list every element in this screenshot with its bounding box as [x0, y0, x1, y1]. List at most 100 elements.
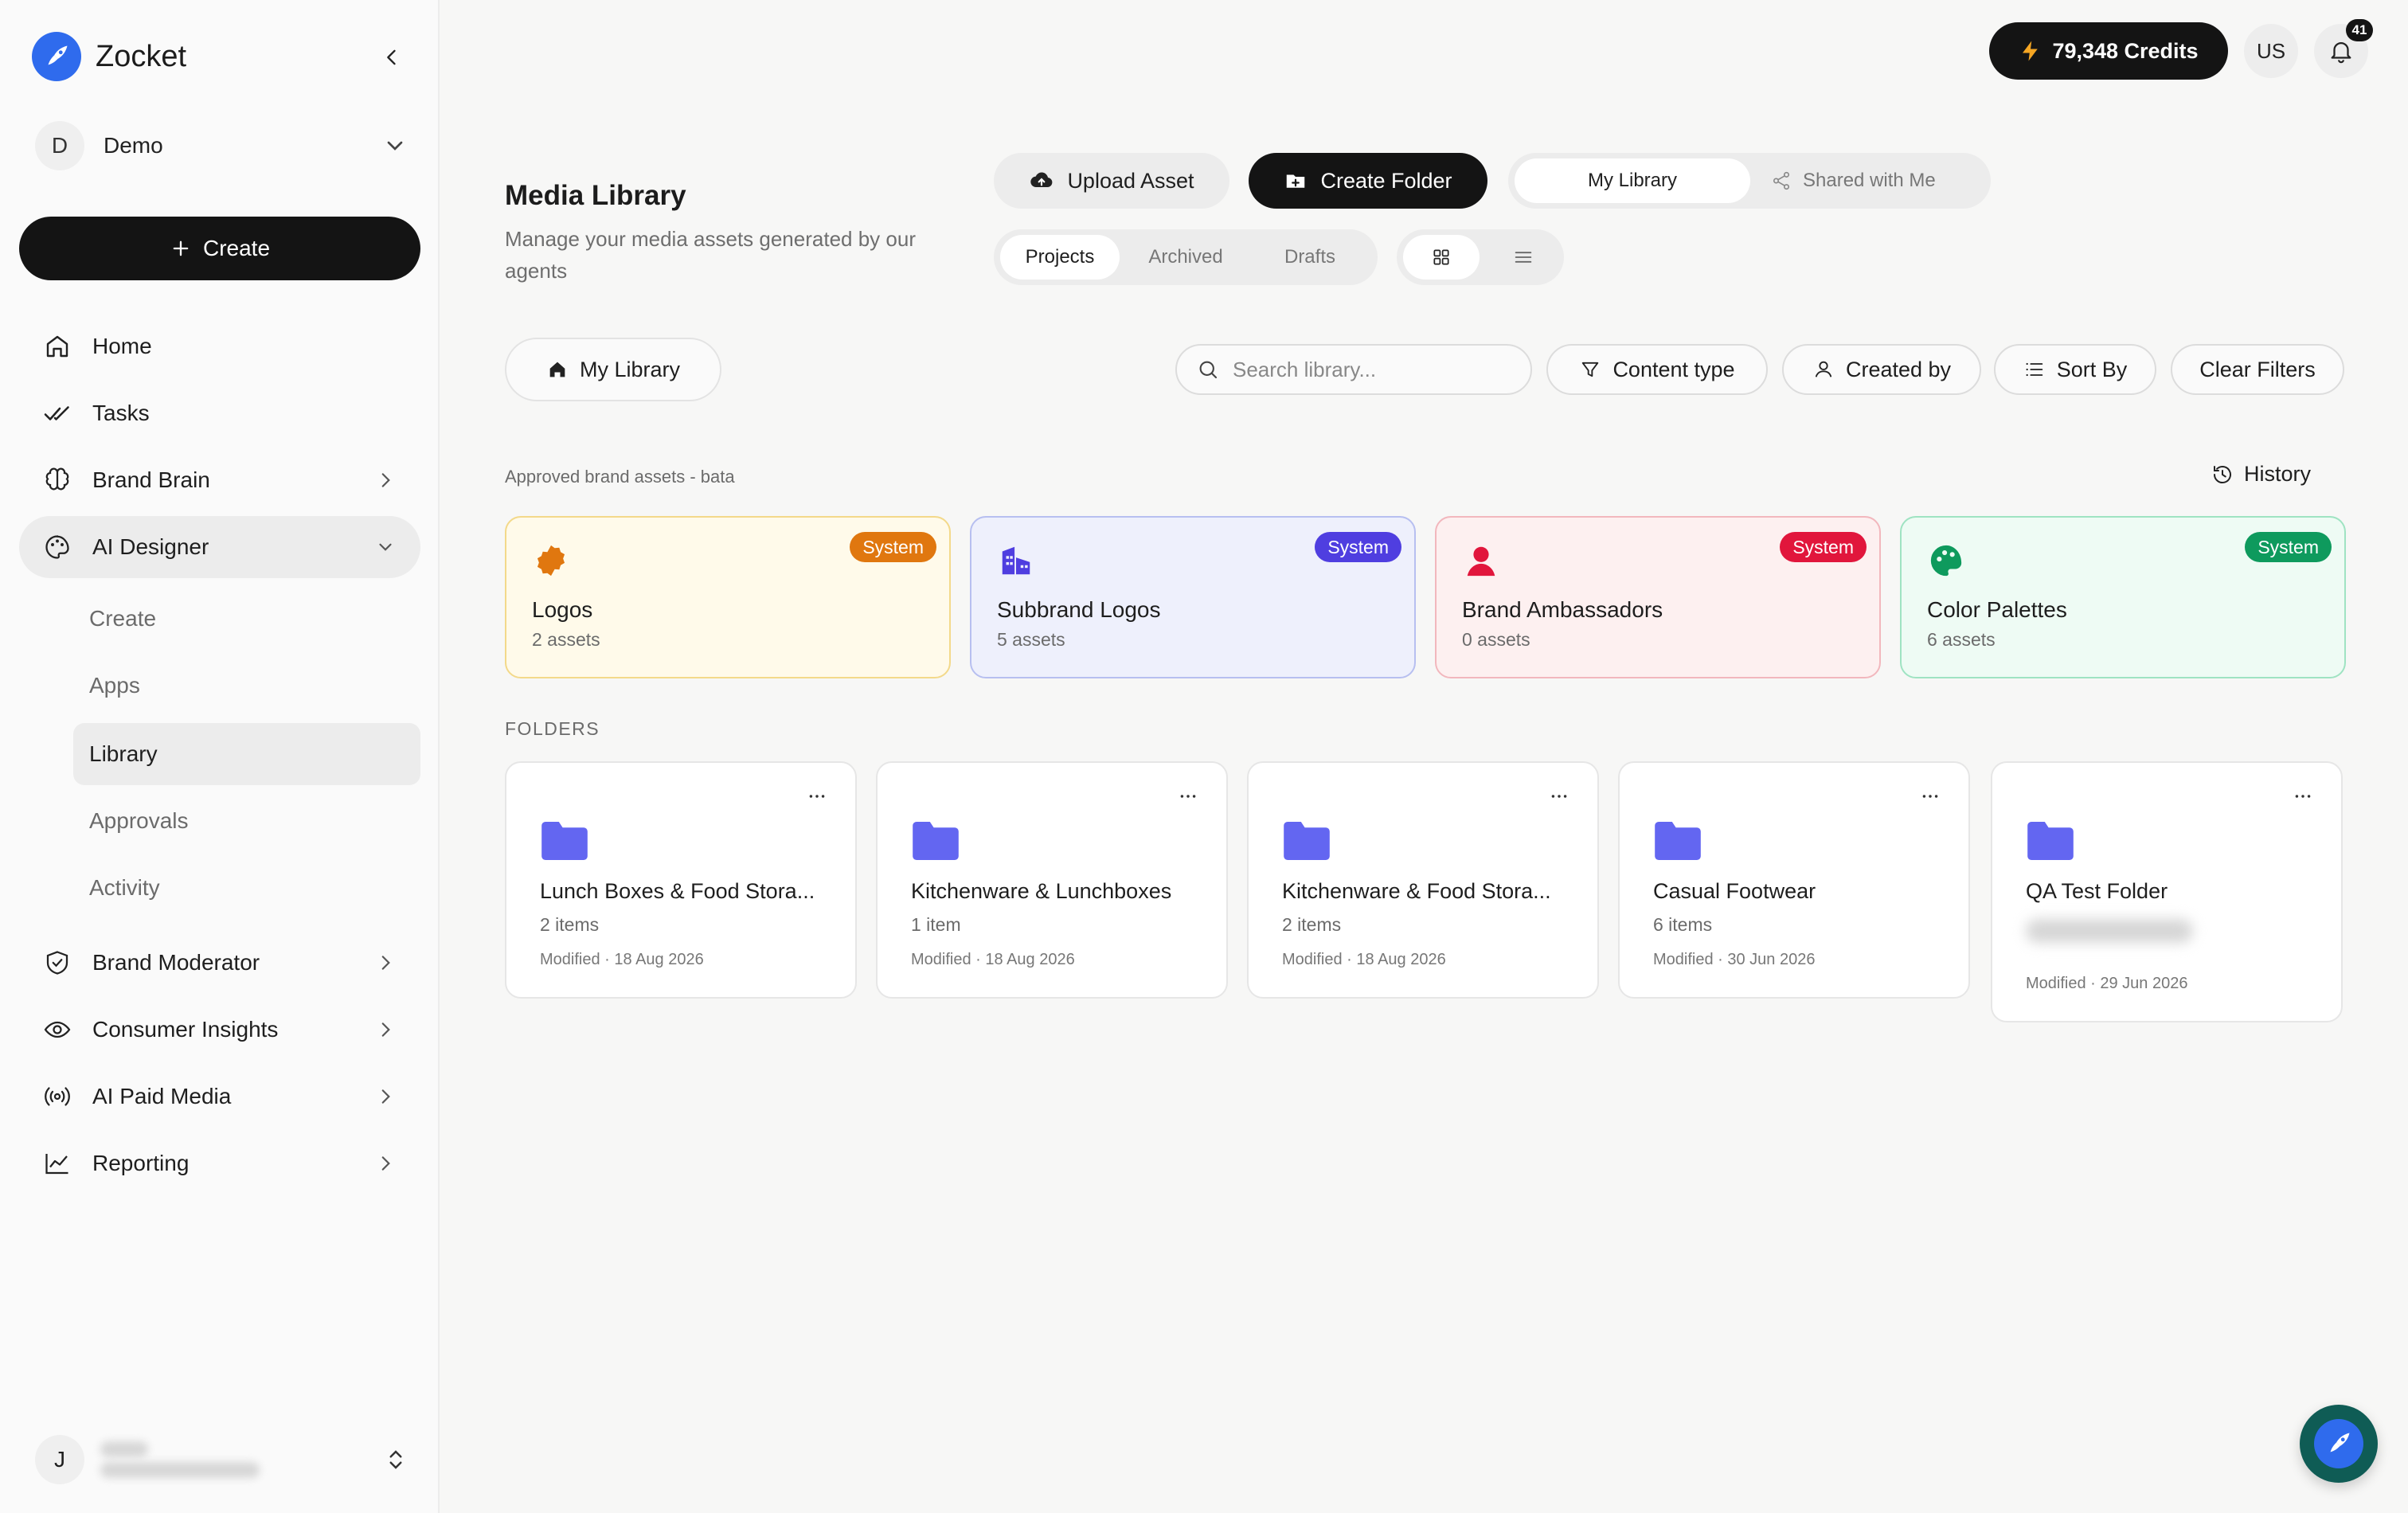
folder-card[interactable]: Kitchenware & Food Stora... 2 items Modi…	[1247, 761, 1599, 999]
folder-name: Casual Footwear	[1653, 879, 1816, 903]
list-view-button[interactable]	[1489, 235, 1558, 280]
chevron-down-icon	[387, 141, 403, 151]
shared-with-me-tab[interactable]: Shared with Me	[1771, 158, 1986, 203]
tab-projects[interactable]: Projects	[1000, 235, 1120, 280]
sidebar-item-label: AI Designer	[92, 534, 209, 559]
system-badge: System	[2245, 532, 2332, 562]
sidebar-subitem-create[interactable]: Create	[73, 588, 420, 650]
history-button[interactable]: History	[2211, 462, 2311, 487]
folder-item-count: 1 item	[911, 914, 961, 935]
language-button[interactable]: US	[2244, 24, 2298, 78]
more-horizontal-icon	[2295, 795, 2311, 798]
sidebar-item-brand-brain[interactable]: Brand Brain	[19, 449, 420, 511]
view-mode-toggle	[1397, 229, 1564, 285]
more-options-button[interactable]	[1172, 780, 1204, 812]
folder-card[interactable]: Kitchenware & Lunchboxes 1 item Modified…	[876, 761, 1228, 999]
folder-card[interactable]: QA Test Folder Modified · 29 Jun 2026	[1991, 761, 2343, 1022]
buildings-icon	[997, 541, 1035, 580]
grid-icon	[1433, 249, 1449, 265]
filter-icon	[1582, 362, 1599, 377]
folder-icon	[2027, 822, 2074, 860]
share-icon	[1773, 171, 1790, 190]
content-type-filter[interactable]: Content type	[1546, 344, 1768, 395]
sidebar-item-home[interactable]: Home	[19, 315, 420, 377]
sort-by-button[interactable]: Sort By	[1994, 344, 2156, 395]
workspace-switcher[interactable]: D Demo	[35, 119, 408, 172]
credits-button[interactable]: 79,348 Credits	[1989, 22, 2228, 80]
sidebar-item-label: AI Paid Media	[92, 1084, 232, 1108]
system-badge: System	[1780, 532, 1867, 562]
folder-item-count: 6 items	[1653, 914, 1713, 935]
brand-name: Zocket	[96, 39, 187, 73]
create-button-label: Create	[202, 236, 271, 260]
more-horizontal-icon	[809, 795, 825, 798]
create-folder-button[interactable]: Create Folder	[1249, 153, 1487, 209]
brand-asset-card-subbrand-logos[interactable]: System Subbrand Logos 5 assets	[970, 516, 1416, 678]
user-icon	[1815, 361, 1832, 377]
folder-modified-date: Modified · 18 Aug 2026	[1282, 951, 1446, 968]
more-horizontal-icon	[1180, 795, 1196, 798]
lightning-icon	[2023, 41, 2039, 61]
sidebar-item-label: Consumer Insights	[92, 1017, 279, 1042]
collapse-sidebar-button[interactable]	[376, 41, 408, 73]
my-library-breadcrumb[interactable]: My Library	[505, 338, 721, 401]
chevron-right-icon	[369, 464, 401, 496]
sidebar-subitem-activity[interactable]: Activity	[73, 857, 420, 919]
tab-drafts[interactable]: Drafts	[1250, 235, 1370, 280]
history-label: History	[2244, 462, 2312, 486]
system-badge: System	[850, 532, 936, 562]
user-menu[interactable]: J	[35, 1432, 408, 1488]
sidebar-item-label: Brand Brain	[92, 467, 210, 492]
search-box	[1175, 344, 1532, 395]
search-icon	[1199, 361, 1218, 379]
user-info-redacted	[100, 1437, 384, 1483]
broadcast-icon	[41, 1081, 73, 1112]
brand-asset-card-brand-ambassadors[interactable]: System Brand Ambassadors 0 assets	[1435, 516, 1881, 678]
folder-icon	[1655, 822, 1701, 860]
bell-icon	[2331, 42, 2351, 64]
more-options-button[interactable]	[801, 780, 833, 812]
rocket-logo-icon	[32, 32, 81, 81]
sidebar-subitem-apps[interactable]: Apps	[73, 655, 420, 717]
brand[interactable]: Zocket	[32, 32, 186, 81]
created-by-filter[interactable]: Created by	[1782, 344, 1981, 395]
more-options-button[interactable]	[1543, 780, 1575, 812]
folder-name: QA Test Folder	[2026, 879, 2168, 903]
sidebar-item-consumer-insights[interactable]: Consumer Insights	[19, 999, 420, 1061]
more-options-button[interactable]	[1914, 780, 1946, 812]
upload-asset-label: Upload Asset	[1067, 168, 1194, 193]
brand-asset-card-logos[interactable]: System Logos 2 assets	[505, 516, 951, 678]
create-button[interactable]: Create	[19, 217, 420, 280]
clear-filters-button[interactable]: Clear Filters	[2171, 344, 2344, 395]
folder-item-count: 2 items	[540, 914, 600, 935]
page-title: Media Library	[505, 180, 686, 211]
user-avatar: J	[35, 1435, 84, 1484]
grid-view-button[interactable]	[1403, 235, 1480, 280]
tab-archived[interactable]: Archived	[1126, 235, 1245, 280]
workspace-name: Demo	[104, 133, 163, 158]
more-options-button[interactable]	[2287, 780, 2319, 812]
brand-asset-title: Brand Ambassadors	[1462, 597, 1663, 622]
sidebar-item-label: Tasks	[92, 401, 150, 425]
search-input[interactable]	[1233, 357, 1503, 382]
sidebar-item-label: Reporting	[92, 1151, 190, 1175]
sidebar-subitem-label: Create	[89, 606, 157, 631]
cloud-upload-icon	[1030, 172, 1053, 188]
sidebar-subitem-label: Activity	[89, 875, 160, 900]
upload-asset-button[interactable]: Upload Asset	[994, 153, 1229, 209]
sidebar-subitem-approvals[interactable]: Approvals	[73, 790, 420, 852]
folder-card[interactable]: Casual Footwear 6 items Modified · 30 Ju…	[1618, 761, 1970, 999]
sidebar-item-tasks[interactable]: Tasks	[19, 382, 420, 444]
folder-card[interactable]: Lunch Boxes & Food Stora... 2 items Modi…	[505, 761, 857, 999]
sidebar-item-reporting[interactable]: Reporting	[19, 1132, 420, 1194]
sidebar-item-ai-designer[interactable]: AI Designer	[19, 516, 420, 578]
palette-icon	[41, 531, 73, 563]
brand-asset-card-color-palettes[interactable]: System Color Palettes 6 assets	[1900, 516, 2346, 678]
sidebar-item-brand-moderator[interactable]: Brand Moderator	[19, 932, 420, 994]
brand-asset-title: Subbrand Logos	[997, 597, 1161, 622]
folder-name: Kitchenware & Food Stora...	[1282, 879, 1551, 903]
my-library-tab[interactable]: My Library	[1515, 158, 1750, 203]
sidebar-item-ai-paid-media[interactable]: AI Paid Media	[19, 1065, 420, 1128]
assistant-launcher-button[interactable]	[2300, 1405, 2378, 1483]
sidebar-subitem-library[interactable]: Library	[73, 723, 420, 785]
